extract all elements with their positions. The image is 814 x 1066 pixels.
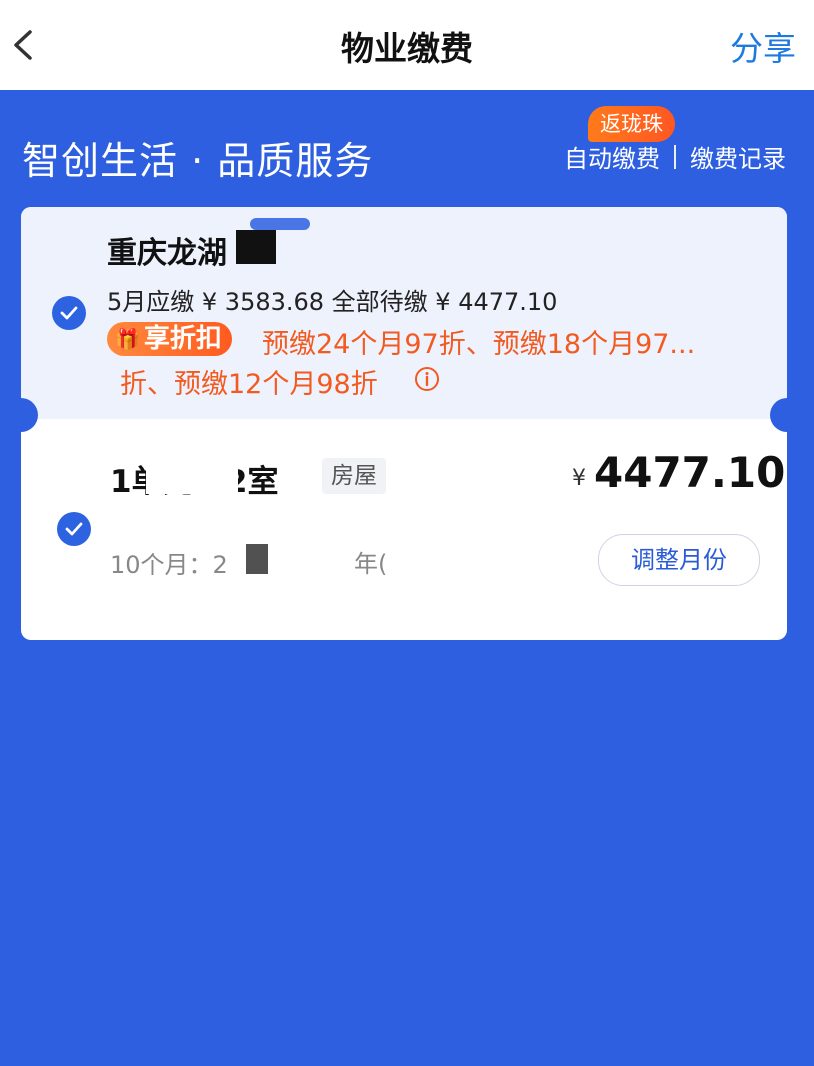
redaction-mark	[250, 218, 310, 230]
redaction-block	[246, 544, 268, 574]
card-notch-left	[4, 398, 38, 432]
discount-text-line2: 折、预缴12个月98折	[120, 369, 378, 400]
redaction-mark	[236, 230, 276, 264]
redaction-mark	[146, 458, 238, 494]
slogan-text: 智创生活 · 品质服务	[22, 139, 374, 183]
months-period: 10个月：2	[110, 551, 228, 579]
payment-records-link[interactable]: 缴费记录	[690, 139, 786, 174]
share-button[interactable]: 分享	[730, 22, 796, 70]
card-notch-right	[770, 398, 804, 432]
top-nav-bar: 物业缴费 分享	[0, 0, 814, 90]
info-icon[interactable]	[414, 366, 440, 392]
community-checkbox-icon[interactable]	[52, 296, 86, 330]
room-type-badge: 房屋	[322, 458, 386, 494]
discount-tag-label: 享折扣	[143, 324, 222, 354]
amount-due: 4477.10	[594, 448, 786, 497]
community-name: 重庆龙湖	[107, 236, 227, 271]
discount-tag: 🎁 享折扣	[107, 322, 232, 356]
months-period-tail: 年(	[354, 550, 388, 578]
payment-summary: 5月应缴 ¥ 3583.68 全部待缴 ¥ 4477.10	[107, 288, 558, 316]
room-checkbox-icon[interactable]	[57, 512, 91, 546]
discount-text-line1: 预缴24个月97折、预缴18个月97...	[262, 329, 696, 360]
gift-icon: 🎁	[115, 327, 140, 351]
currency-symbol: ¥	[572, 466, 586, 491]
page-title: 物业缴费	[341, 29, 473, 68]
auto-pay-link[interactable]: 自动缴费	[564, 139, 660, 174]
redaction-mark: 年(	[236, 540, 466, 580]
header-links: 自动缴费 缴费记录	[564, 139, 786, 174]
divider	[674, 144, 676, 169]
rewards-badge: 返珑珠	[588, 106, 675, 142]
adjust-months-button[interactable]: 调整月份	[598, 534, 760, 586]
